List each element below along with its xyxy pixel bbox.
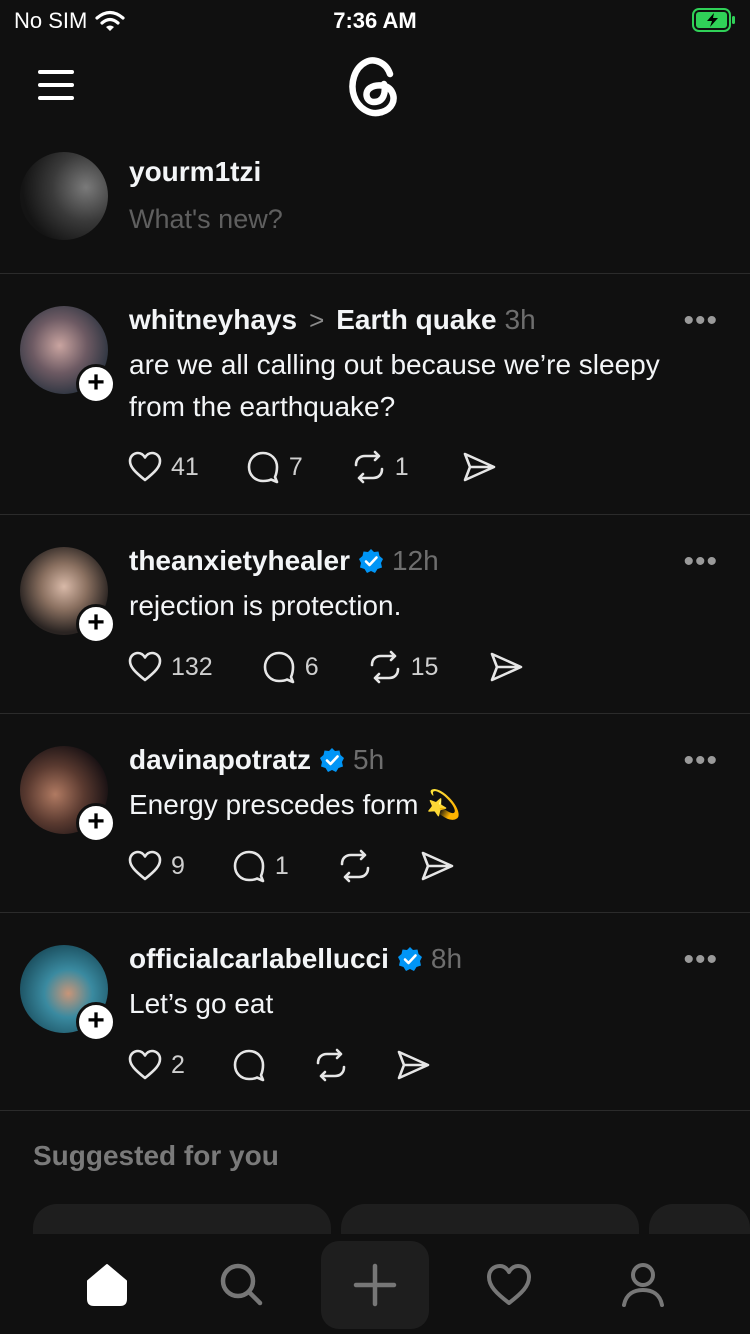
battery-icon — [692, 8, 736, 37]
tab-profile[interactable] — [613, 1254, 673, 1314]
post[interactable]: + theanxietyhealer 12h ••• rejection is … — [0, 515, 750, 713]
new-thread-icon — [353, 1263, 397, 1307]
follow-plus-button[interactable]: + — [76, 803, 116, 843]
comment-icon — [233, 1049, 265, 1082]
post-time: 8h — [430, 943, 463, 974]
heart-icon — [128, 850, 162, 881]
reply-button[interactable]: 6 — [261, 649, 319, 685]
post-time: 3h — [504, 304, 536, 335]
menu-icon[interactable] — [38, 70, 74, 100]
follow-plus-button[interactable]: + — [76, 364, 116, 404]
verified-badge-icon — [359, 549, 383, 573]
reply-count: 1 — [274, 851, 289, 880]
reply-button[interactable] — [231, 1047, 267, 1083]
composer-username: yourm1tzi — [129, 156, 262, 187]
follow-plus-button[interactable]: + — [76, 604, 116, 644]
heart-icon — [128, 651, 162, 682]
more-options-icon[interactable]: ••• — [683, 304, 718, 338]
post-topic[interactable]: Earth quake — [336, 304, 496, 336]
post-text: Energy prescedes form 💫 — [129, 789, 462, 820]
suggested-title: Suggested for you — [33, 1140, 279, 1171]
reply-count: 6 — [304, 652, 319, 681]
post-actions: 2 — [127, 1047, 431, 1083]
status-time: 7:36 AM — [333, 8, 417, 33]
post-text: Let’s go eat — [129, 988, 274, 1019]
post-text: are we all calling out because we’re sle… — [129, 349, 660, 422]
like-count: 9 — [171, 851, 185, 880]
post[interactable]: + officialcarlabellucci 8h ••• Let’s go … — [0, 913, 750, 1110]
heart-icon — [128, 1049, 162, 1080]
post-header: theanxietyhealer 12h — [129, 545, 439, 577]
reply-button[interactable]: 1 — [231, 848, 289, 884]
send-icon — [397, 1050, 430, 1080]
status-bar: No SIM 7:36 AM — [0, 0, 750, 40]
post-actions: 41 7 1 — [127, 449, 497, 485]
send-icon — [421, 851, 454, 881]
like-count: 41 — [171, 452, 199, 481]
post-time: 5h — [353, 744, 385, 775]
repost-count: 1 — [394, 452, 409, 481]
reply-button[interactable]: 7 — [245, 449, 303, 485]
tab-activity[interactable] — [479, 1254, 539, 1314]
post-username[interactable]: davinapotratz — [129, 744, 311, 776]
verified-badge-icon — [320, 748, 345, 772]
like-button[interactable]: 2 — [127, 1047, 185, 1083]
repost-button[interactable] — [337, 848, 373, 884]
repost-button[interactable]: 15 — [367, 649, 439, 685]
reply-count: 7 — [288, 452, 303, 481]
repost-icon — [354, 450, 384, 484]
like-button[interactable]: 132 — [127, 649, 213, 685]
post-actions: 132 6 15 — [127, 649, 524, 685]
send-icon — [463, 452, 495, 482]
composer-input[interactable]: What's new? — [129, 204, 283, 235]
home-icon — [87, 1264, 127, 1306]
profile-icon — [622, 1263, 664, 1307]
more-options-icon[interactable]: ••• — [683, 943, 718, 977]
post-header: davinapotratz 5h — [129, 744, 384, 776]
comment-icon — [233, 850, 265, 883]
like-count: 2 — [171, 1050, 185, 1079]
post-header: officialcarlabellucci 8h — [129, 943, 462, 975]
follow-plus-button[interactable]: + — [76, 1002, 116, 1042]
chevron-right-icon: > — [309, 304, 325, 335]
post-actions: 9 1 — [127, 848, 455, 884]
repost-button[interactable]: 1 — [351, 449, 409, 485]
more-options-icon[interactable]: ••• — [683, 744, 718, 778]
share-button[interactable] — [419, 848, 455, 884]
post-username[interactable]: theanxietyhealer — [129, 545, 350, 577]
like-button[interactable]: 41 — [127, 449, 199, 485]
repost-count: 15 — [410, 652, 439, 681]
repost-icon — [316, 1048, 346, 1082]
tab-new-thread[interactable] — [321, 1241, 429, 1329]
repost-button[interactable] — [313, 1047, 349, 1083]
post-text: rejection is protection. — [129, 590, 402, 621]
divider — [0, 1110, 750, 1111]
send-icon — [491, 652, 523, 682]
tab-home[interactable] — [77, 1254, 137, 1314]
repost-icon — [370, 650, 399, 684]
post[interactable]: + whitneyhays > Earth quake 3h ••• are w… — [0, 274, 750, 514]
search-icon — [220, 1263, 263, 1306]
comment-icon — [263, 651, 295, 684]
like-count: 132 — [171, 652, 213, 681]
activity-icon — [487, 1264, 531, 1305]
like-button[interactable]: 9 — [127, 848, 185, 884]
comment-icon — [247, 451, 279, 484]
post-username[interactable]: whitneyhays — [129, 304, 297, 336]
verified-badge-icon — [397, 947, 422, 971]
repost-icon — [340, 849, 370, 883]
share-button[interactable] — [488, 649, 524, 685]
tab-search[interactable] — [211, 1254, 271, 1314]
post-header: whitneyhays > Earth quake 3h — [129, 304, 536, 336]
share-button[interactable] — [395, 1047, 431, 1083]
threads-logo-icon[interactable] — [338, 50, 412, 124]
post-time: 12h — [392, 545, 439, 576]
post-username[interactable]: officialcarlabellucci — [129, 943, 389, 975]
more-options-icon[interactable]: ••• — [683, 545, 718, 579]
share-button[interactable] — [461, 449, 497, 485]
heart-icon — [128, 451, 162, 482]
post[interactable]: + davinapotratz 5h ••• Energy prescedes … — [0, 714, 750, 912]
my-avatar[interactable] — [20, 152, 108, 240]
